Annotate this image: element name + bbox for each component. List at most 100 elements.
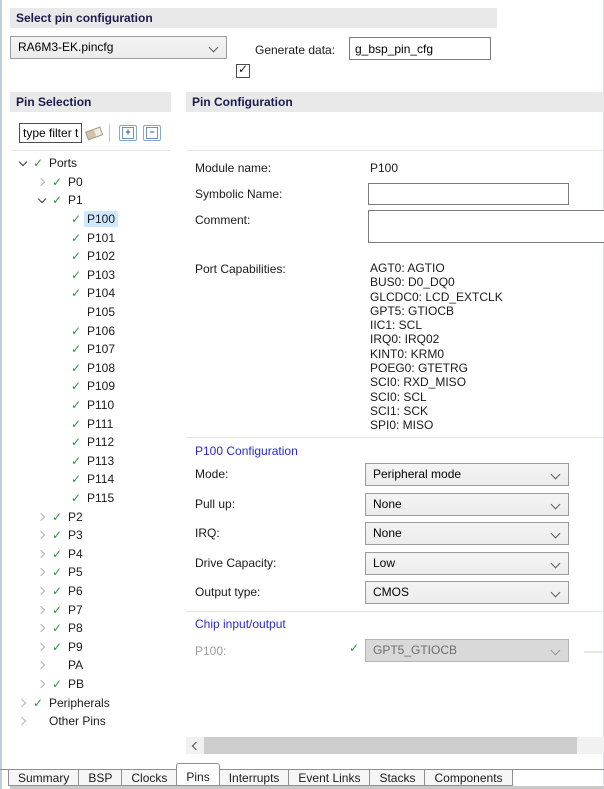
- check-icon: ✓: [70, 490, 82, 505]
- pin-config-section-title: P100 Configuration: [195, 444, 298, 458]
- check-icon: ✓: [70, 267, 82, 282]
- tree-item-p107[interactable]: ✓ P107: [10, 340, 182, 359]
- tree-item-p102[interactable]: ✓ P102: [10, 247, 182, 266]
- tree-item-p7[interactable]: ✓ P7: [10, 600, 182, 619]
- check-icon: ✓: [349, 641, 360, 655]
- drive-capacity-dropdown[interactable]: Low: [365, 551, 569, 575]
- scroll-left-button[interactable]: [186, 737, 203, 754]
- irq-row: IRQ: None: [186, 518, 604, 548]
- tree-item-label: P1: [68, 193, 83, 208]
- tree-item-p108[interactable]: ✓ P108: [10, 359, 182, 378]
- tree-item-label: P8: [68, 621, 83, 636]
- mode-dropdown[interactable]: Peripheral mode: [365, 463, 569, 486]
- chevron-collapsed-icon[interactable]: [36, 568, 46, 577]
- tree-item-p112[interactable]: ✓ P112: [10, 433, 182, 452]
- tree-item-other-pins[interactable]: Other Pins: [10, 712, 182, 731]
- tree-item-label: Other Pins: [49, 714, 106, 729]
- tree-item-label: P110: [87, 398, 115, 413]
- chevron-expanded-icon[interactable]: [37, 194, 47, 204]
- tree-item-p104[interactable]: ✓ P104: [10, 284, 182, 303]
- tree-item-p105[interactable]: P105: [10, 303, 182, 322]
- chevron-collapsed-icon[interactable]: [36, 661, 46, 670]
- chevron-collapsed-icon[interactable]: [36, 530, 46, 540]
- output-type-dropdown[interactable]: CMOS: [365, 581, 569, 604]
- tree-item-label: P103: [87, 267, 116, 282]
- expand-all-button[interactable]: +: [119, 125, 137, 141]
- section-divider: [186, 611, 604, 612]
- chevron-collapsed-icon[interactable]: [36, 642, 46, 651]
- chevron-collapsed-icon[interactable]: [17, 698, 27, 707]
- tree-item-ports[interactable]: ✓ Ports: [10, 154, 182, 173]
- chevron-collapsed-icon[interactable]: [36, 177, 46, 187]
- tree-item-p0[interactable]: ✓ P0: [10, 173, 182, 192]
- chevron-expanded-icon[interactable]: [18, 157, 28, 167]
- irq-dropdown[interactable]: None: [365, 522, 569, 545]
- tree-item-p3[interactable]: ✓ P3: [10, 526, 182, 545]
- check-icon: ✓: [70, 435, 82, 450]
- tab-bsp[interactable]: BSP: [78, 769, 123, 786]
- tree-item-p114[interactable]: ✓ P114: [10, 470, 182, 489]
- tree-item-p109[interactable]: ✓ P109: [10, 377, 182, 396]
- check-icon: ✓: [70, 472, 82, 487]
- chevron-down-icon: [550, 469, 561, 480]
- tree-item-p110[interactable]: ✓ P110: [10, 396, 182, 415]
- tree-item-label: P5: [68, 565, 83, 580]
- tree-item-p111[interactable]: ✓ P111: [10, 414, 182, 433]
- tree-item-p103[interactable]: ✓ P103: [10, 266, 182, 285]
- tab-clocks[interactable]: Clocks: [121, 769, 178, 786]
- tree-item-p8[interactable]: ✓ P8: [10, 619, 182, 638]
- tree-item-p5[interactable]: ✓ P5: [10, 563, 182, 582]
- window-left-edge: [0, 0, 2, 789]
- port-capability: IRQ0: IRQ02: [370, 332, 440, 347]
- port-capability: SCI0: RXD_MISO: [370, 375, 467, 390]
- tree-item-p2[interactable]: ✓ P2: [10, 507, 182, 526]
- chevron-collapsed-icon[interactable]: [36, 549, 46, 559]
- tree-item-label: P105: [87, 305, 116, 320]
- chevron-collapsed-icon[interactable]: [36, 512, 46, 521]
- tree-item-label: P108: [87, 360, 116, 375]
- chevron-collapsed-icon[interactable]: [36, 586, 46, 596]
- tab-stacks[interactable]: Stacks: [369, 769, 426, 786]
- collapse-all-button[interactable]: −: [143, 125, 161, 141]
- tree-item-pa[interactable]: PA: [10, 656, 182, 675]
- tree-item-p101[interactable]: ✓ P101: [10, 228, 182, 247]
- chevron-collapsed-icon[interactable]: [17, 716, 27, 726]
- port-capability: POEG0: GTETRG: [370, 361, 469, 376]
- toolbar-separator: [109, 124, 110, 142]
- tree-item-p115[interactable]: ✓ P115: [10, 489, 182, 508]
- tab-interrupts[interactable]: Interrupts: [218, 769, 290, 786]
- filter-input[interactable]: [19, 123, 82, 143]
- drive-capacity-label: Drive Capacity:: [195, 555, 277, 570]
- tree-item-peripherals[interactable]: ✓ Peripherals: [10, 693, 182, 712]
- chevron-collapsed-icon[interactable]: [36, 623, 46, 633]
- tree-item-label: P106: [87, 323, 116, 338]
- tree-item-p9[interactable]: ✓ P9: [10, 637, 182, 656]
- tree-item-p1[interactable]: ✓ P1: [10, 191, 182, 210]
- pull-up-dropdown[interactable]: None: [365, 492, 569, 516]
- comment-input[interactable]: [368, 210, 604, 243]
- tree-item-pb[interactable]: ✓ PB: [10, 675, 182, 694]
- mode-row: Mode: Peripheral mode: [186, 459, 604, 489]
- tree-item-p6[interactable]: ✓ P6: [10, 582, 182, 601]
- tab-event-links[interactable]: Event Links: [288, 769, 371, 786]
- tab-summary[interactable]: Summary: [8, 769, 80, 786]
- symbolic-name-input[interactable]: [368, 183, 569, 205]
- horizontal-scrollbar[interactable]: [186, 737, 604, 754]
- chevron-collapsed-icon[interactable]: [36, 679, 46, 689]
- scrollbar-thumb[interactable]: [204, 737, 577, 754]
- clear-filter-icon[interactable]: [84, 125, 104, 142]
- tree-item-p106[interactable]: ✓ P106: [10, 321, 182, 340]
- port-capability: SCI0: SCL: [370, 389, 427, 404]
- check-icon: ✓: [70, 249, 82, 264]
- tree-item-p100[interactable]: ✓ P100: [10, 210, 182, 229]
- output-type-row: Output type: CMOS: [186, 577, 604, 607]
- tab-components[interactable]: Components: [424, 769, 513, 786]
- chevron-down-icon: [550, 645, 561, 656]
- chevron-collapsed-icon[interactable]: [36, 605, 46, 614]
- chevron-down-icon: [550, 499, 561, 509]
- tree-item-label: P102: [87, 249, 116, 264]
- tree-item-p113[interactable]: ✓ P113: [10, 452, 182, 471]
- tab-pins[interactable]: Pins: [176, 763, 220, 786]
- collapse-all-icon: −: [146, 127, 158, 139]
- tree-item-p4[interactable]: ✓ P4: [10, 544, 182, 563]
